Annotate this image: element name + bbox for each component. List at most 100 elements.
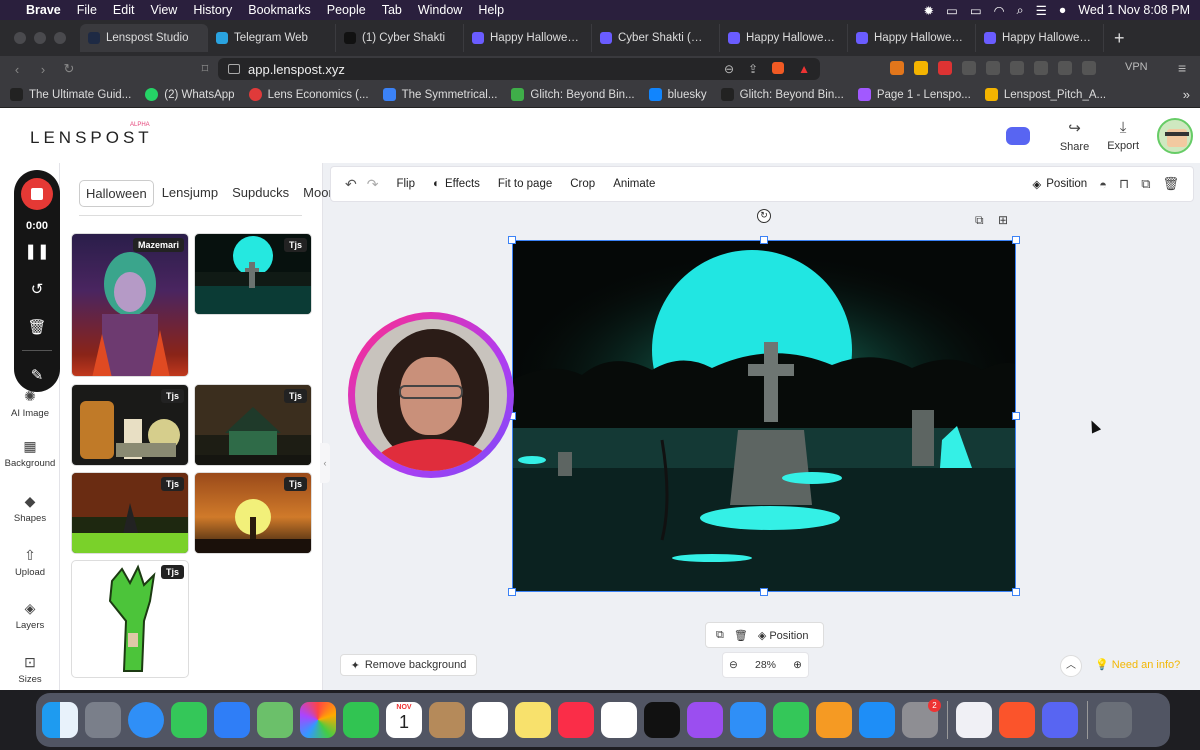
address-bar[interactable]: app.lenspost.xyz ⊖ ⇪ ▲ — [218, 58, 820, 80]
forward-icon[interactable]: › — [30, 62, 56, 77]
resize-handle[interactable] — [1012, 236, 1020, 244]
trash-icon[interactable]: 🗑 — [14, 318, 60, 336]
position-button[interactable]: ◈ Position — [1032, 177, 1087, 191]
photos-icon[interactable] — [300, 702, 336, 738]
animate-button[interactable]: Animate — [613, 178, 655, 190]
battery-icon[interactable]: ▭ — [970, 3, 982, 18]
address-bar-url[interactable]: app.lenspost.xyz — [248, 62, 345, 77]
rail-sizes[interactable]: ⊡ Sizes — [0, 654, 60, 685]
facetime-icon[interactable] — [343, 702, 379, 738]
menu-file[interactable]: File — [77, 3, 97, 17]
maps-icon[interactable] — [257, 702, 293, 738]
bookmark-item[interactable]: Lenspost_Pitch_A... — [984, 88, 1106, 101]
bookmark-item[interactable]: The Symmetrical... — [382, 88, 497, 101]
avatar[interactable] — [1157, 117, 1193, 154]
help-link[interactable]: 💡 Need an info? — [1095, 658, 1180, 671]
tab-lenspost-studio[interactable]: Lenspost Studio — [80, 24, 208, 52]
wallet-icon[interactable] — [1082, 61, 1096, 75]
extension-icon[interactable] — [962, 61, 976, 75]
thumbnail-reaper-forest[interactable]: Tjs — [71, 472, 189, 554]
contacts-icon[interactable] — [429, 702, 465, 738]
tab-halloween-2[interactable]: Happy Halloween Ar — [720, 24, 848, 52]
mail-icon[interactable] — [214, 702, 250, 738]
tab-x-cyber-shakti[interactable]: (1) Cyber Shakti — [336, 24, 464, 52]
extension-icon[interactable] — [1034, 61, 1048, 75]
bookmark-item[interactable]: Glitch: Beyond Bin... — [720, 88, 844, 101]
delete-icon[interactable]: 🗑 — [734, 629, 748, 642]
display-icon[interactable]: ▭ — [946, 3, 958, 18]
bookmarks-overflow-icon[interactable]: » — [1183, 87, 1190, 102]
menu-tab[interactable]: Tab — [382, 3, 402, 17]
extension-icon[interactable] — [986, 61, 1000, 75]
numbers-icon[interactable] — [773, 702, 809, 738]
duplicate-icon[interactable]: ⧉ — [975, 213, 984, 228]
selected-graveyard-image[interactable] — [512, 240, 1016, 592]
brave-rewards-icon[interactable]: ▲ — [798, 62, 810, 76]
panel-collapse-handle[interactable]: ‹ — [320, 443, 330, 483]
webcam-bubble[interactable] — [348, 312, 514, 478]
control-center-icon[interactable]: ☰ — [1036, 3, 1047, 18]
fit-to-page-button[interactable]: Fit to page — [498, 178, 552, 190]
duplicate-icon[interactable]: ⧉ — [1141, 176, 1150, 192]
menu-app-name[interactable]: Brave — [26, 3, 61, 17]
thumbnail-potion-skull[interactable]: Tjs — [71, 384, 189, 466]
tab-lensjump[interactable]: Lensjump — [156, 180, 224, 207]
extension-icon[interactable] — [1010, 61, 1024, 75]
delete-icon[interactable]: 🗑 — [1162, 176, 1179, 192]
lock-icon[interactable]: ⊓ — [1119, 176, 1129, 192]
tab-supducks[interactable]: Supducks — [226, 180, 295, 207]
zoom-out-icon[interactable]: ⊖ — [729, 659, 738, 671]
zoom-window-button[interactable] — [54, 32, 66, 44]
menu-help[interactable]: Help — [478, 3, 504, 17]
menu-window[interactable]: Window — [418, 3, 462, 17]
tab-halloween-3[interactable]: Happy Halloween Ar — [848, 24, 976, 52]
flip-button[interactable]: Flip — [396, 178, 415, 190]
crop-button[interactable]: Crop — [570, 178, 595, 190]
reload-icon[interactable]: ↻ — [56, 61, 82, 77]
system-settings-icon[interactable]: 2 — [902, 699, 941, 738]
undo-icon[interactable]: ↶ — [345, 176, 357, 193]
finder-icon[interactable] — [42, 702, 78, 738]
resize-handle[interactable] — [508, 236, 516, 244]
freeform-icon[interactable] — [601, 702, 637, 738]
opacity-icon[interactable]: ◓ — [1099, 177, 1107, 192]
extension-icon[interactable] — [914, 61, 928, 75]
thumbnail-graveyard-moon[interactable]: Tjs — [194, 233, 312, 315]
music-icon[interactable] — [558, 702, 594, 738]
back-icon[interactable]: ‹ — [4, 62, 30, 77]
menu-view[interactable]: View — [150, 3, 177, 17]
extension-icon[interactable] — [938, 61, 952, 75]
thumbnail-zombie-hand[interactable]: Tjs — [71, 560, 189, 678]
reminders-icon[interactable] — [472, 702, 508, 738]
sidebar-toggle-icon[interactable] — [1058, 61, 1072, 75]
spotlight-icon[interactable]: ⌕ — [1017, 3, 1024, 18]
menu-bookmarks[interactable]: Bookmarks — [248, 3, 311, 17]
minimize-window-button[interactable] — [34, 32, 46, 44]
tab-cyber-shakti-warpcast[interactable]: Cyber Shakti (@cybe — [592, 24, 720, 52]
zoom-in-icon[interactable]: ⊕ — [793, 659, 802, 671]
metamask-extension-icon[interactable] — [890, 61, 904, 75]
canvas-workspace[interactable]: ↻ ⧉ ⊞ ⧉ 🗑 ◈ Position ✦ Remove background… — [330, 206, 1194, 690]
bookmark-item[interactable]: Page 1 - Lenspo... — [857, 88, 971, 101]
new-tab-button[interactable]: + — [1104, 28, 1135, 49]
site-info-icon[interactable] — [228, 64, 240, 74]
thumbnail-haunted-house[interactable]: Tjs — [194, 384, 312, 466]
browser-menu-icon[interactable]: ≡ — [1178, 60, 1186, 76]
app-store-icon[interactable] — [859, 702, 895, 738]
duplicate-icon[interactable]: ⧉ — [716, 629, 724, 642]
tab-telegram[interactable]: Telegram Web — [208, 24, 336, 52]
launchpad-icon[interactable] — [85, 702, 121, 738]
share-button[interactable]: ↪ Share — [1060, 119, 1089, 153]
keynote-icon[interactable] — [730, 702, 766, 738]
bookmark-page-icon[interactable]: ⌑ — [192, 61, 218, 77]
menu-history[interactable]: History — [193, 3, 232, 17]
thumbnail-mazemari-zombie[interactable]: Mazemari — [71, 233, 189, 377]
position-button[interactable]: ◈ Position — [758, 629, 809, 642]
rail-layers[interactable]: ◈ Layers — [0, 600, 60, 631]
bookmark-item[interactable]: Lens Economics (... — [248, 88, 369, 101]
tab-halloween[interactable]: Halloween — [79, 180, 154, 207]
lenspost-logo[interactable]: LENSPOST ALPHA — [30, 122, 153, 148]
messages-icon[interactable] — [171, 702, 207, 738]
trash-icon[interactable] — [1096, 702, 1132, 738]
brave-browser-icon[interactable] — [999, 702, 1035, 738]
